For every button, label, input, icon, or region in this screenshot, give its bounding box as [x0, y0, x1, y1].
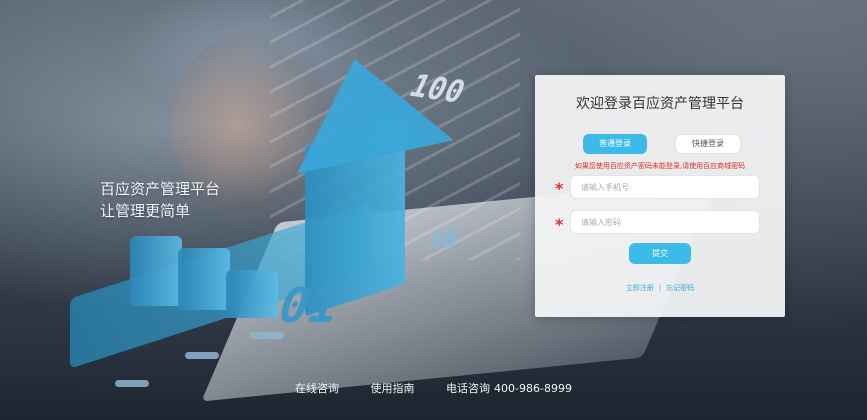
- decorative-pill: [250, 332, 284, 339]
- tab-quick-login[interactable]: 快捷登录: [675, 134, 741, 154]
- phone-label: 电话咨询: [446, 382, 491, 395]
- password-input[interactable]: [570, 210, 760, 234]
- phone-input[interactable]: [570, 175, 760, 199]
- login-links: 立即注册 | 忘记密码: [535, 283, 785, 293]
- forgot-password-link[interactable]: 忘记密码: [666, 284, 694, 292]
- link-separator: |: [658, 284, 662, 292]
- tagline-line-1: 百应资产管理平台: [100, 180, 221, 198]
- online-consult-link[interactable]: 在线咨询: [295, 382, 339, 395]
- footer: 在线咨询 使用指南 电话咨询 400-986-8999: [0, 380, 867, 396]
- login-notice: 如果您使用百应资产密码未能登录,请使用百应商城密码: [574, 162, 746, 170]
- phone-consult-link[interactable]: 电话咨询 400-986-8999: [446, 382, 572, 395]
- phone-number: 400-986-8999: [494, 382, 572, 395]
- register-link[interactable]: 立即注册: [626, 284, 654, 292]
- required-asterisk: *: [555, 179, 564, 198]
- tagline-line-2: 让管理更简单: [100, 202, 191, 220]
- hero-tagline: 百应资产管理平台 让管理更简单: [100, 178, 220, 222]
- chart-bar-decoration: [130, 236, 182, 306]
- user-guide-link[interactable]: 使用指南: [371, 382, 415, 395]
- login-card: 欢迎登录百应资产管理平台 普通登录 快捷登录 如果您使用百应资产密码未能登录,请…: [535, 75, 785, 317]
- decorative-pill: [185, 352, 219, 359]
- login-title: 欢迎登录百应资产管理平台: [576, 96, 744, 112]
- chart-bar-decoration: [178, 248, 230, 310]
- submit-button[interactable]: 提交: [629, 243, 691, 264]
- tab-normal-login[interactable]: 普通登录: [583, 134, 647, 154]
- required-asterisk: *: [555, 215, 564, 234]
- chart-bar-decoration: [226, 270, 278, 318]
- login-page: 100 10 01 百应资产管理平台 让管理更简单 欢迎登录百应资产管理平台 普…: [0, 0, 867, 420]
